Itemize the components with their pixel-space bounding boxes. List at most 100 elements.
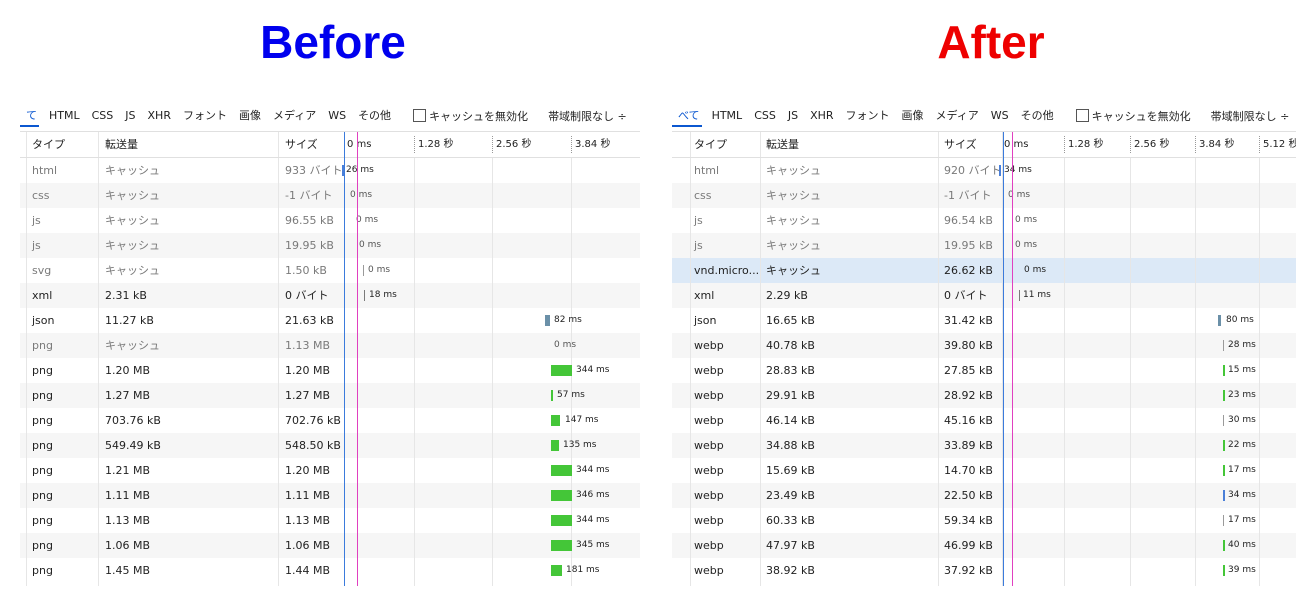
filter-tab[interactable]: XHR [804,100,839,131]
waterfall-bar[interactable] [551,540,572,551]
cell-transfer: 1.06 MB [105,539,151,552]
waterfall-bar[interactable] [1223,465,1225,476]
filter-tab[interactable]: 画像 [233,100,267,131]
timing-label: 344 ms [576,365,610,375]
timing-label: 0 ms [1015,215,1038,225]
cell-transfer: 23.49 kB [766,489,815,502]
waterfall-bar[interactable] [551,465,572,476]
cell-transfer: キャッシュ [105,239,160,252]
cell-transfer: キャッシュ [766,214,821,227]
filter-tab[interactable]: CSS [748,100,782,131]
waterfall-bar[interactable] [1223,540,1225,551]
cell-type: vnd.micro... [694,264,760,277]
timing-label: 26 ms [346,165,374,175]
filter-tab[interactable]: 画像 [896,100,930,131]
waterfall-bar[interactable] [551,515,572,526]
timeline-tick: 1.28 秒 [1068,139,1104,150]
waterfall-bar[interactable] [1218,315,1221,326]
timing-label: 344 ms [576,515,610,525]
timeline-gridline [1195,158,1196,586]
column-header[interactable]: 転送量 [105,132,138,157]
timeline-gridline [414,158,415,586]
cell-transfer: 46.14 kB [766,414,815,427]
cell-type: js [32,214,41,227]
column-header[interactable]: タイプ [694,132,727,157]
cell-transfer: 34.88 kB [766,439,815,452]
filter-tab[interactable]: JS [119,100,141,131]
timeline-tick: 1.28 秒 [418,139,454,150]
network-panel-after: べて HTML CSS JS XHR フォント 画像 メディア WS その他 キャッシュを無効化 帯域… [672,100,1296,586]
filter-tab[interactable]: て [20,100,43,131]
filter-tab[interactable]: フォント [840,100,896,131]
timing-label: 346 ms [576,490,610,500]
filter-tab[interactable]: WS [985,100,1015,131]
timeline-tick: 2.56 秒 [496,139,532,150]
waterfall-bar[interactable] [1019,290,1020,301]
cell-type: xml [694,289,715,302]
cell-size: 37.92 kB [944,564,993,577]
disable-cache-checkbox[interactable]: キャッシュを無効化 [409,108,532,124]
waterfall-bar[interactable] [364,290,365,301]
cell-transfer: キャッシュ [105,264,160,277]
waterfall-bar[interactable] [363,265,364,276]
network-toolbar: べて HTML CSS JS XHR フォント 画像 メディア WS その他 キャッシュを無効化 帯域… [672,100,1296,132]
column-header[interactable]: サイズ [285,132,318,157]
timing-label: 80 ms [1226,315,1254,325]
timeline-tick: 3.84 秒 [575,139,611,150]
filter-tab[interactable]: メディア [930,100,985,131]
cell-type: json [32,314,55,327]
filter-tab[interactable]: JS [782,100,804,131]
waterfall-bar[interactable] [551,490,572,501]
timing-label: 30 ms [1228,415,1256,425]
checkbox-box[interactable] [1075,109,1089,122]
waterfall-bar[interactable] [999,165,1001,176]
waterfall-bar[interactable] [1223,490,1225,501]
waterfall-bar[interactable] [1223,515,1224,526]
cell-type: png [32,439,53,452]
filter-tab[interactable]: HTML [43,100,86,131]
waterfall-bar[interactable] [1223,565,1225,576]
filter-tab[interactable]: フォント [177,100,233,131]
timing-label: 39 ms [1228,565,1256,575]
waterfall-bar[interactable] [545,315,550,326]
waterfall-bar[interactable] [551,365,572,376]
filter-tab[interactable]: べて [672,100,706,131]
filter-tab[interactable]: CSS [86,100,120,131]
throttle-select[interactable]: 帯域制限なし ÷ [1207,108,1294,124]
waterfall-bar[interactable] [551,565,562,576]
timing-label: 34 ms [1228,490,1256,500]
network-toolbar: て HTML CSS JS XHR フォント 画像 メディア WS その他 キャッシュを無効化 帯域制… [20,100,640,132]
disable-cache-label: キャッシュを無効化 [429,109,529,123]
waterfall-bar[interactable] [551,440,559,451]
filter-tab[interactable]: XHR [142,100,177,131]
cell-size: 31.42 kB [944,314,993,327]
waterfall-bar[interactable] [551,415,560,426]
cell-size: 33.89 kB [944,439,993,452]
cell-size: 21.63 kB [285,314,334,327]
waterfall-bar[interactable] [1223,415,1224,426]
timing-label: 82 ms [554,315,582,325]
waterfall-bar[interactable] [1223,365,1225,376]
checkbox-box[interactable] [413,109,427,122]
waterfall-bar[interactable] [1223,390,1225,401]
filter-tab[interactable]: その他 [352,100,397,131]
filter-tab[interactable]: メディア [267,100,322,131]
filter-tab[interactable]: その他 [1015,100,1060,131]
cell-transfer: 2.31 kB [105,289,147,302]
filter-tab[interactable]: WS [322,100,352,131]
throttle-select[interactable]: 帯域制限なし ÷ [544,108,631,124]
waterfall-bar[interactable] [551,390,553,401]
disable-cache-checkbox[interactable]: キャッシュを無効化 [1072,108,1195,124]
filter-tab[interactable]: HTML [706,100,749,131]
column-divider [760,132,761,586]
cell-type: webp [694,339,724,352]
column-header[interactable]: タイプ [32,132,65,157]
timing-label: 345 ms [576,540,610,550]
timeline-gridline [492,158,493,586]
waterfall-bar[interactable] [1223,340,1224,351]
cell-transfer: 1.27 MB [105,389,151,402]
column-header[interactable]: 転送量 [766,132,799,157]
waterfall-bar[interactable] [1223,440,1225,451]
column-header[interactable]: サイズ [944,132,977,157]
timing-label: 23 ms [1228,390,1256,400]
